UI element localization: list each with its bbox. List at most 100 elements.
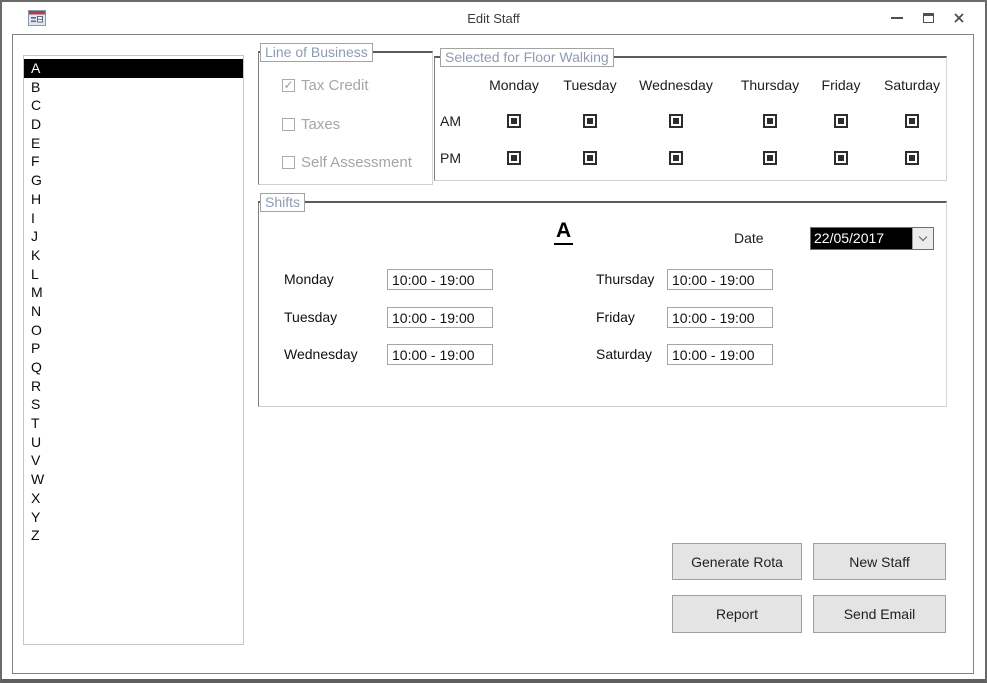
staff-list-item-y[interactable]: Y [24, 508, 243, 527]
floorwalk-checkbox-thursday-am[interactable] [763, 114, 777, 128]
shift-day-label-monday: Monday [284, 271, 334, 287]
close-icon [954, 13, 964, 23]
generate-rota-button[interactable]: Generate Rota [672, 543, 802, 580]
staff-list-item-g[interactable]: G [24, 171, 243, 190]
report-button[interactable]: Report [672, 595, 802, 633]
staff-list-item-l[interactable]: L [24, 265, 243, 284]
staff-list-item-j[interactable]: J [24, 227, 243, 246]
shift-input-friday[interactable]: 10:00 - 19:00 [667, 307, 773, 328]
date-combobox-dropdown-button[interactable] [912, 228, 933, 249]
send-email-button[interactable]: Send Email [813, 595, 946, 633]
staff-list-item-f[interactable]: F [24, 152, 243, 171]
checkbox-label: Tax Credit [301, 76, 369, 94]
checked-fill [909, 155, 915, 161]
check-icon: ✓ [283, 77, 294, 92]
floorwalk-checkbox-friday-pm[interactable] [834, 151, 848, 165]
staff-list-item-d[interactable]: D [24, 115, 243, 134]
staff-list-item-v[interactable]: V [24, 451, 243, 470]
date-label: Date [734, 230, 764, 246]
checked-fill [587, 155, 593, 161]
chevron-down-icon [918, 232, 928, 242]
checkbox-label: Self Assessment [301, 153, 412, 171]
minimize-icon [891, 17, 903, 19]
staff-list-item-r[interactable]: R [24, 377, 243, 396]
shift-input-tuesday[interactable]: 10:00 - 19:00 [387, 307, 493, 328]
checked-fill [511, 155, 517, 161]
checked-fill [838, 118, 844, 124]
shift-day-label-friday: Friday [596, 309, 635, 325]
self-assessment-checkbox[interactable] [282, 155, 295, 169]
taxes-checkbox[interactable] [282, 117, 295, 131]
floorwalk-checkbox-monday-am[interactable] [507, 114, 521, 128]
new-staff-button[interactable]: New Staff [813, 543, 946, 580]
line-of-business-group: ✓ Tax Credit Taxes Self Assessment [258, 51, 433, 185]
floorwalk-checkbox-saturday-pm[interactable] [905, 151, 919, 165]
form-panel: ABCDEFGHIJKLMNOPQRSTUVWXYZ ✓ Tax Credit Ta… [12, 34, 974, 674]
close-button[interactable] [951, 8, 967, 28]
checkbox-label: Taxes [301, 115, 341, 133]
floorwalk-checkbox-wednesday-am[interactable] [669, 114, 683, 128]
floorwalk-checkbox-wednesday-pm[interactable] [669, 151, 683, 165]
staff-list-item-u[interactable]: U [24, 433, 243, 452]
day-header-monday: Monday [489, 77, 539, 93]
checked-fill [673, 118, 679, 124]
minimize-button[interactable] [889, 8, 905, 28]
staff-list-item-s[interactable]: S [24, 395, 243, 414]
checked-fill [909, 118, 915, 124]
staff-listbox[interactable]: ABCDEFGHIJKLMNOPQRSTUVWXYZ [23, 55, 244, 645]
shift-day-label-thursday: Thursday [596, 271, 655, 287]
staff-list-item-p[interactable]: P [24, 339, 243, 358]
maximize-button[interactable] [920, 8, 936, 28]
line-of-business-group-label: Line of Business [260, 43, 373, 62]
checked-fill [511, 118, 517, 124]
staff-list-item-z[interactable]: Z [24, 526, 243, 545]
staff-list-item-c[interactable]: C [24, 96, 243, 115]
floorwalk-checkbox-friday-am[interactable] [834, 114, 848, 128]
shift-day-label-tuesday: Tuesday [284, 309, 338, 325]
floorwalk-checkbox-saturday-am[interactable] [905, 114, 919, 128]
staff-list-item-x[interactable]: X [24, 489, 243, 508]
shifts-group-label: Shifts [260, 193, 306, 212]
shift-day-label-wednesday: Wednesday [284, 346, 358, 362]
shift-input-thursday[interactable]: 10:00 - 19:00 [667, 269, 773, 290]
floorwalk-checkbox-monday-pm[interactable] [507, 151, 521, 165]
staff-list-item-h[interactable]: H [24, 190, 243, 209]
staff-list-item-w[interactable]: W [24, 470, 243, 489]
floorwalk-checkbox-tuesday-am[interactable] [583, 114, 597, 128]
staff-list-item-b[interactable]: B [24, 78, 243, 97]
floorwalk-checkbox-tuesday-pm[interactable] [583, 151, 597, 165]
day-header-tuesday: Tuesday [563, 77, 617, 93]
checked-fill [767, 118, 773, 124]
line-of-business-option: ✓ Tax Credit [259, 76, 369, 94]
floor-walking-group: Monday Tuesday Wednesday Thursday Friday Satu… [434, 56, 947, 181]
tax-credit-checkbox[interactable]: ✓ [282, 77, 295, 92]
line-of-business-option: Self Assessment [259, 153, 412, 171]
checked-fill [767, 155, 773, 161]
checked-fill [587, 118, 593, 124]
edit-staff-window: Edit Staff ABCDEFGHIJKLMNOPQRSTUVWXYZ ✓ T… [0, 0, 987, 683]
window-title: Edit Staff [467, 11, 520, 26]
row-label-pm: PM [440, 150, 461, 166]
day-header-thursday: Thursday [740, 77, 800, 93]
staff-list-item-o[interactable]: O [24, 321, 243, 340]
date-combobox[interactable]: 22/05/2017 [810, 227, 934, 250]
floorwalk-checkbox-thursday-pm[interactable] [763, 151, 777, 165]
staff-list-item-a[interactable]: A [24, 59, 243, 78]
staff-list-item-e[interactable]: E [24, 134, 243, 153]
staff-list-item-m[interactable]: M [24, 283, 243, 302]
staff-list-item-q[interactable]: Q [24, 358, 243, 377]
day-header-wednesday: Wednesday [639, 77, 713, 93]
maximize-icon [922, 13, 934, 23]
day-header-friday: Friday [821, 77, 861, 93]
shift-input-wednesday[interactable]: 10:00 - 19:00 [387, 344, 493, 365]
shift-input-saturday[interactable]: 10:00 - 19:00 [667, 344, 773, 365]
staff-list-item-k[interactable]: K [24, 246, 243, 265]
date-combobox-value[interactable]: 22/05/2017 [811, 228, 912, 249]
checked-fill [838, 155, 844, 161]
staff-list-item-i[interactable]: I [24, 209, 243, 228]
staff-list-item-t[interactable]: T [24, 414, 243, 433]
shift-day-label-saturday: Saturday [596, 346, 653, 362]
staff-initial: A [554, 219, 574, 245]
staff-list-item-n[interactable]: N [24, 302, 243, 321]
shift-input-monday[interactable]: 10:00 - 19:00 [387, 269, 493, 290]
